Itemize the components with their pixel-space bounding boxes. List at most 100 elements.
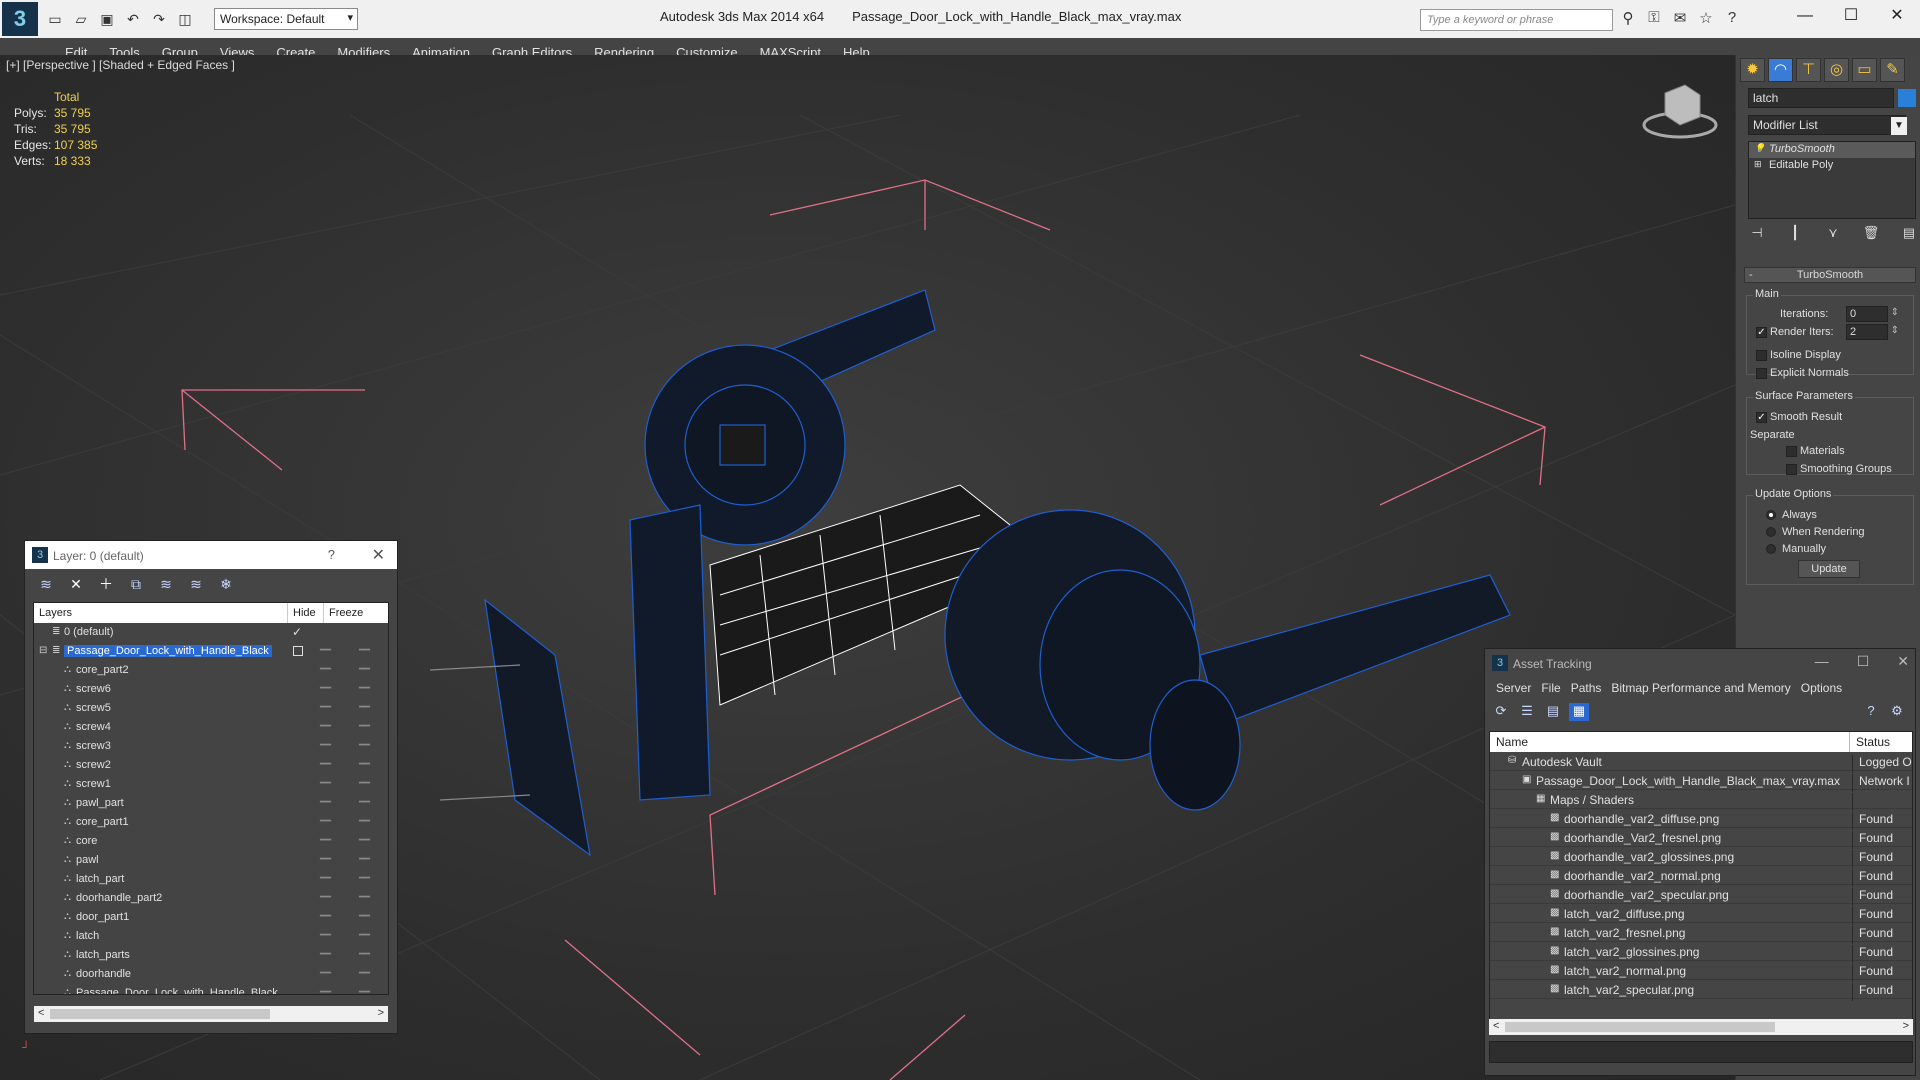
refresh-icon[interactable]: ⟳ <box>1491 703 1511 721</box>
maximize-icon[interactable]: ☐ <box>1857 653 1870 670</box>
hide-toggle[interactable]: ━━ <box>320 987 331 994</box>
scrollbar-thumb[interactable] <box>1505 1022 1775 1032</box>
freeze-toggle[interactable]: ━━ <box>359 854 370 865</box>
subscription-key-icon[interactable]: ⚿ <box>1644 9 1664 29</box>
layer-row[interactable]: ⛬ core ━━ ━━ <box>34 832 388 851</box>
asset-row[interactable]: ▩ latch_var2_diffuse.png Found <box>1490 904 1912 925</box>
freeze-toggle[interactable]: ━━ <box>359 721 370 732</box>
freeze-toggle[interactable]: ━━ <box>359 949 370 960</box>
hide-toggle[interactable]: ━━ <box>320 892 331 903</box>
layer-row[interactable]: ⛬ screw3 ━━ ━━ <box>34 737 388 756</box>
asset-row[interactable]: ▩ latch_var2_specular.png Found <box>1490 980 1912 1001</box>
configure-sets-icon[interactable]: ▤ <box>1900 225 1918 243</box>
layer-row[interactable]: ⛬ screw6 ━━ ━━ <box>34 680 388 699</box>
layer-row[interactable]: ⛬ latch ━━ ━━ <box>34 927 388 946</box>
show-end-result-icon[interactable]: ┃ <box>1786 225 1804 243</box>
asset-row[interactable]: ▦ Maps / Shaders <box>1490 790 1912 811</box>
hide-toggle[interactable]: ━━ <box>320 835 331 846</box>
smooth-result-checkbox[interactable]: ✓ <box>1756 412 1767 423</box>
layer-row[interactable]: ⛬ Passage_Door_Lock_with_Handle_Black ━━ ━━ <box>34 984 388 994</box>
asset-menu-bitmap-performance[interactable]: Bitmap Performance and Memory <box>1606 677 1795 699</box>
layer-row[interactable]: ⛬ doorhandle_part2 ━━ ━━ <box>34 889 388 908</box>
asset-row[interactable]: ▩ doorhandle_var2_normal.png Found <box>1490 866 1912 887</box>
settings-icon[interactable]: ⚙ <box>1887 703 1907 721</box>
asset-menu-file[interactable]: File <box>1536 677 1565 699</box>
hide-toggle[interactable]: ━━ <box>320 911 331 922</box>
asset-row[interactable]: ▩ doorhandle_var2_diffuse.png Found <box>1490 809 1912 830</box>
asset-menu-paths[interactable]: Paths <box>1566 677 1607 699</box>
asset-path-field[interactable] <box>1489 1041 1913 1063</box>
freeze-toggle[interactable]: ━━ <box>359 930 370 941</box>
save-file-icon[interactable]: ▣ <box>96 8 118 30</box>
layer-horizontal-scrollbar[interactable]: < > <box>34 1006 388 1022</box>
explicit-normals-checkbox[interactable] <box>1756 368 1767 379</box>
select-objects-icon[interactable]: ⧉ <box>125 573 147 595</box>
column-hide[interactable]: Hide <box>288 603 324 623</box>
iterations-spinner[interactable]: 0 <box>1846 306 1899 322</box>
smoothing-groups-checkbox[interactable] <box>1786 464 1797 475</box>
help-icon[interactable]: ? <box>328 547 335 562</box>
when-rendering-radio[interactable] <box>1766 527 1776 537</box>
freeze-toggle[interactable]: ━━ <box>359 873 370 884</box>
hide-toggle[interactable]: ━━ <box>320 664 331 675</box>
table-view-icon[interactable]: ▦ <box>1569 703 1589 721</box>
add-to-layer-icon[interactable]: ＋ <box>95 573 117 595</box>
column-name[interactable]: Name <box>1490 732 1850 752</box>
hide-all-layers-icon[interactable]: ≋ <box>185 573 207 595</box>
hide-toggle[interactable]: ━━ <box>320 683 331 694</box>
minimize-icon[interactable]: — <box>1815 653 1829 670</box>
chevron-down-icon[interactable]: ▼ <box>1891 117 1907 135</box>
layer-row[interactable]: ⛬ screw4 ━━ ━━ <box>34 718 388 737</box>
freeze-all-layers-icon[interactable]: ❄ <box>215 573 237 595</box>
viewport-label[interactable]: [+] [Perspective ] [Shaded + Edged Faces… <box>6 58 235 72</box>
list-view-icon[interactable]: ☰ <box>1517 703 1537 721</box>
display-icon[interactable]: ▭ <box>1852 58 1877 82</box>
help-icon[interactable]: ? <box>1861 703 1881 721</box>
detail-view-icon[interactable]: ▤ <box>1543 703 1563 721</box>
chevron-right-icon[interactable]: > <box>1903 1020 1909 1032</box>
undo-icon[interactable]: ↶ <box>122 8 144 30</box>
layer-row[interactable]: ⛬ core_part2 ━━ ━━ <box>34 661 388 680</box>
current-layer-check-icon[interactable]: ✓ <box>292 625 302 639</box>
hide-toggle[interactable]: ━━ <box>320 778 331 789</box>
freeze-toggle[interactable]: ━━ <box>359 664 370 675</box>
chevron-left-icon[interactable]: < <box>38 1007 44 1019</box>
freeze-toggle[interactable]: ━━ <box>359 702 370 713</box>
redo-icon[interactable]: ↷ <box>148 8 170 30</box>
column-layers[interactable]: Layers <box>34 603 288 623</box>
motion-icon[interactable]: ◎ <box>1824 58 1849 82</box>
hide-toggle[interactable]: ━━ <box>320 740 331 751</box>
hide-toggle[interactable]: ━━ <box>320 702 331 713</box>
asset-row[interactable]: ▩ doorhandle_Var2_fresnel.png Found <box>1490 828 1912 849</box>
freeze-toggle[interactable]: ━━ <box>359 911 370 922</box>
freeze-toggle[interactable]: ━━ <box>359 835 370 846</box>
stack-item-editable-poly[interactable]: ⊞ Editable Poly <box>1749 158 1915 174</box>
stack-item-turbosmooth[interactable]: 💡 TurboSmooth <box>1749 142 1915 158</box>
hierarchy-icon[interactable]: ⊤ <box>1796 58 1821 82</box>
scrollbar-thumb[interactable] <box>50 1009 270 1019</box>
materials-checkbox[interactable] <box>1786 446 1797 457</box>
asset-tracking-titlebar[interactable]: 3 Asset Tracking — ☐ ✕ <box>1485 649 1915 677</box>
workspace-dropdown[interactable]: Workspace: Default <box>214 8 358 30</box>
asset-row[interactable]: ▩ doorhandle_var2_specular.png Found <box>1490 885 1912 906</box>
asset-row[interactable]: ▩ latch_var2_normal.png Found <box>1490 961 1912 982</box>
column-status[interactable]: Status <box>1850 732 1896 752</box>
collapse-minus-icon[interactable]: ⊟ <box>39 645 47 656</box>
app-logo-icon[interactable]: 3 <box>2 2 38 36</box>
hide-toggle[interactable]: ━━ <box>320 949 331 960</box>
layer-row[interactable]: ⛬ screw2 ━━ ━━ <box>34 756 388 775</box>
object-color-swatch[interactable] <box>1898 89 1916 107</box>
asset-row[interactable]: ▩ doorhandle_var2_glossines.png Found <box>1490 847 1912 868</box>
asset-menu-server[interactable]: Server <box>1491 677 1536 699</box>
close-icon[interactable]: ✕ <box>1897 653 1909 670</box>
isoline-display-checkbox[interactable] <box>1756 350 1767 361</box>
object-name-field[interactable]: latch <box>1748 88 1894 108</box>
maximize-icon[interactable]: ☐ <box>1828 0 1874 32</box>
update-button[interactable]: Update <box>1798 560 1860 578</box>
help-icon[interactable]: ? <box>1722 9 1742 29</box>
delete-layer-icon[interactable]: ✕ <box>65 573 87 595</box>
layer-row[interactable]: ≣ ⊟ Passage_Door_Lock_with_Handle_Black ━━ ━… <box>34 642 388 661</box>
minimize-icon[interactable]: — <box>1782 0 1828 32</box>
utilities-icon[interactable]: ✎ <box>1880 58 1905 82</box>
binoculars-icon[interactable]: ⚲ <box>1618 9 1638 29</box>
